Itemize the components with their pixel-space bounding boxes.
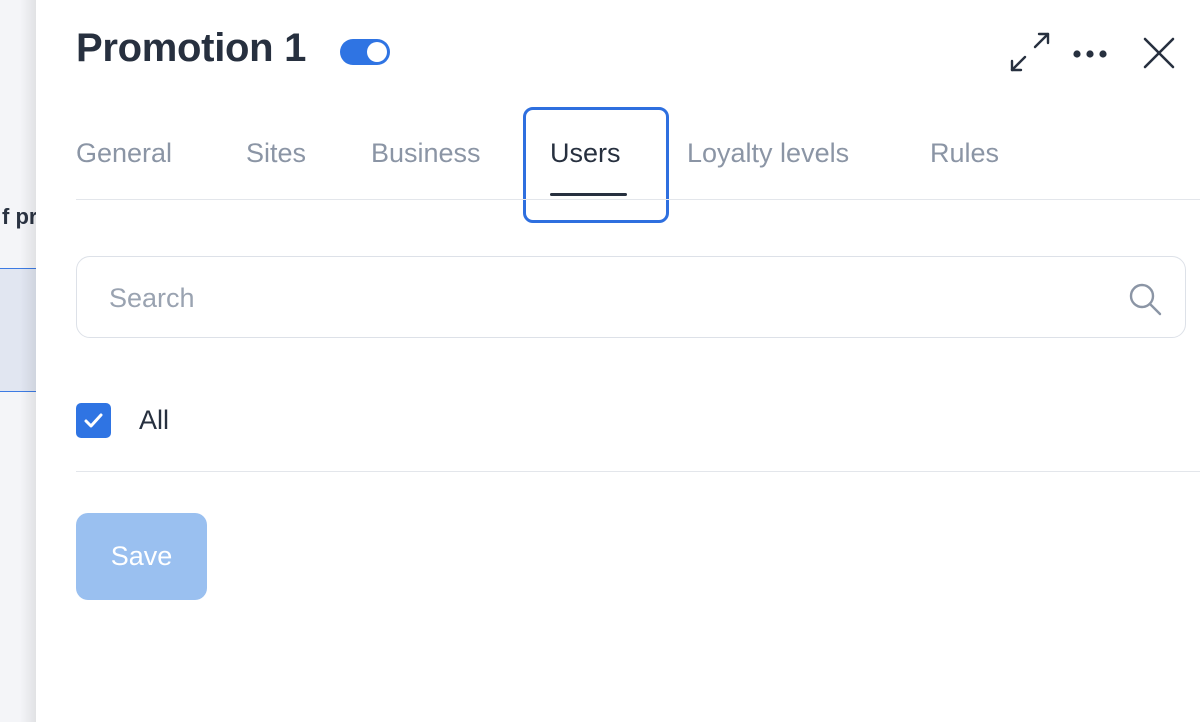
tabs-divider bbox=[76, 199, 1200, 200]
tab-rules[interactable]: Rules bbox=[930, 138, 999, 169]
drawer-shadow bbox=[20, 0, 36, 722]
tab-bar: General Sites Business Users Loyalty lev… bbox=[76, 130, 1200, 200]
tab-sites[interactable]: Sites bbox=[246, 138, 306, 169]
promotion-drawer: Promotion 1 General Sites Business Users… bbox=[36, 0, 1200, 722]
toggle-knob bbox=[367, 42, 387, 62]
active-tab-indicator bbox=[550, 193, 627, 196]
tab-general[interactable]: General bbox=[76, 138, 172, 169]
close-icon[interactable] bbox=[1142, 36, 1176, 70]
screen: f pr Promotion 1 General Sites Business … bbox=[0, 0, 1200, 722]
all-users-checkbox[interactable] bbox=[76, 403, 111, 438]
all-users-label[interactable]: All bbox=[139, 405, 169, 436]
background-page: f pr bbox=[0, 0, 36, 722]
drawer-title: Promotion 1 bbox=[76, 26, 307, 70]
search-icon[interactable] bbox=[1127, 281, 1163, 317]
promotion-active-toggle[interactable] bbox=[340, 39, 390, 65]
save-button[interactable]: Save bbox=[76, 513, 207, 600]
search-input[interactable] bbox=[107, 277, 1091, 319]
row-divider bbox=[76, 471, 1200, 472]
search-box bbox=[76, 256, 1186, 338]
tab-business[interactable]: Business bbox=[371, 138, 481, 169]
expand-icon[interactable] bbox=[1008, 30, 1052, 74]
more-icon[interactable] bbox=[1070, 42, 1110, 66]
tab-loyalty-levels[interactable]: Loyalty levels bbox=[687, 138, 849, 169]
checkmark-icon bbox=[84, 413, 103, 428]
tab-users[interactable]: Users bbox=[550, 138, 621, 169]
